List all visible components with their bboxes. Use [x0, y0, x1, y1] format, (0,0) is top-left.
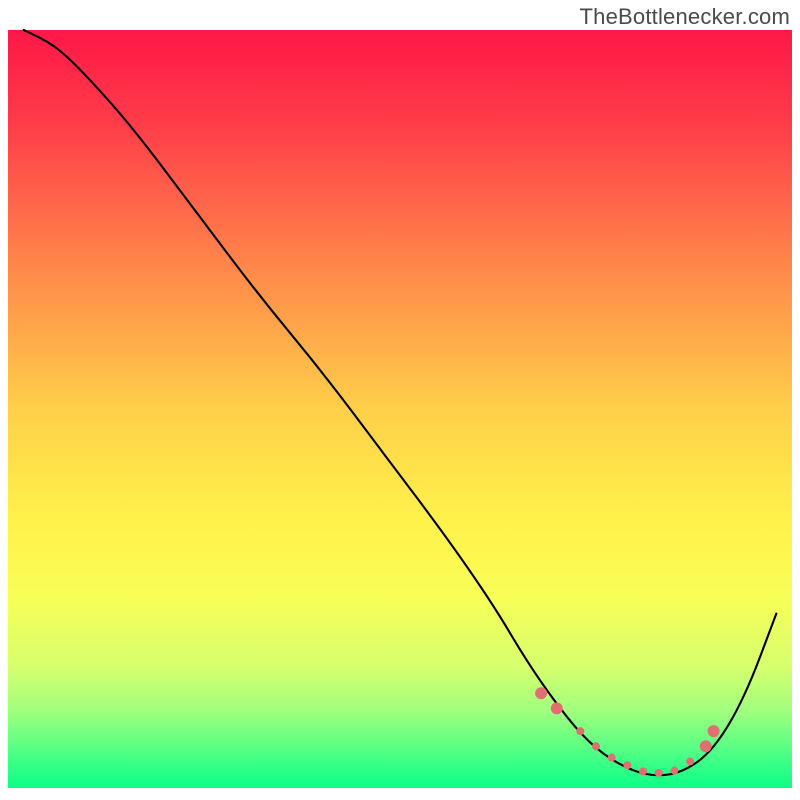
- marker-dot: [686, 757, 694, 765]
- chart-container: TheBottlenecker.com: [0, 0, 800, 800]
- marker-dot: [639, 767, 647, 775]
- marker-dot: [655, 769, 663, 777]
- bottleneck-chart: [0, 0, 800, 800]
- marker-dot: [700, 740, 712, 752]
- marker-dot: [535, 687, 547, 699]
- marker-dot: [576, 727, 584, 735]
- marker-dot: [551, 702, 563, 714]
- marker-dot: [708, 725, 720, 737]
- plot-background: [8, 30, 792, 788]
- marker-dot: [608, 754, 616, 762]
- watermark-label: TheBottlenecker.com: [580, 4, 790, 30]
- marker-dot: [592, 742, 600, 750]
- marker-dot: [670, 767, 678, 775]
- marker-dot: [623, 761, 631, 769]
